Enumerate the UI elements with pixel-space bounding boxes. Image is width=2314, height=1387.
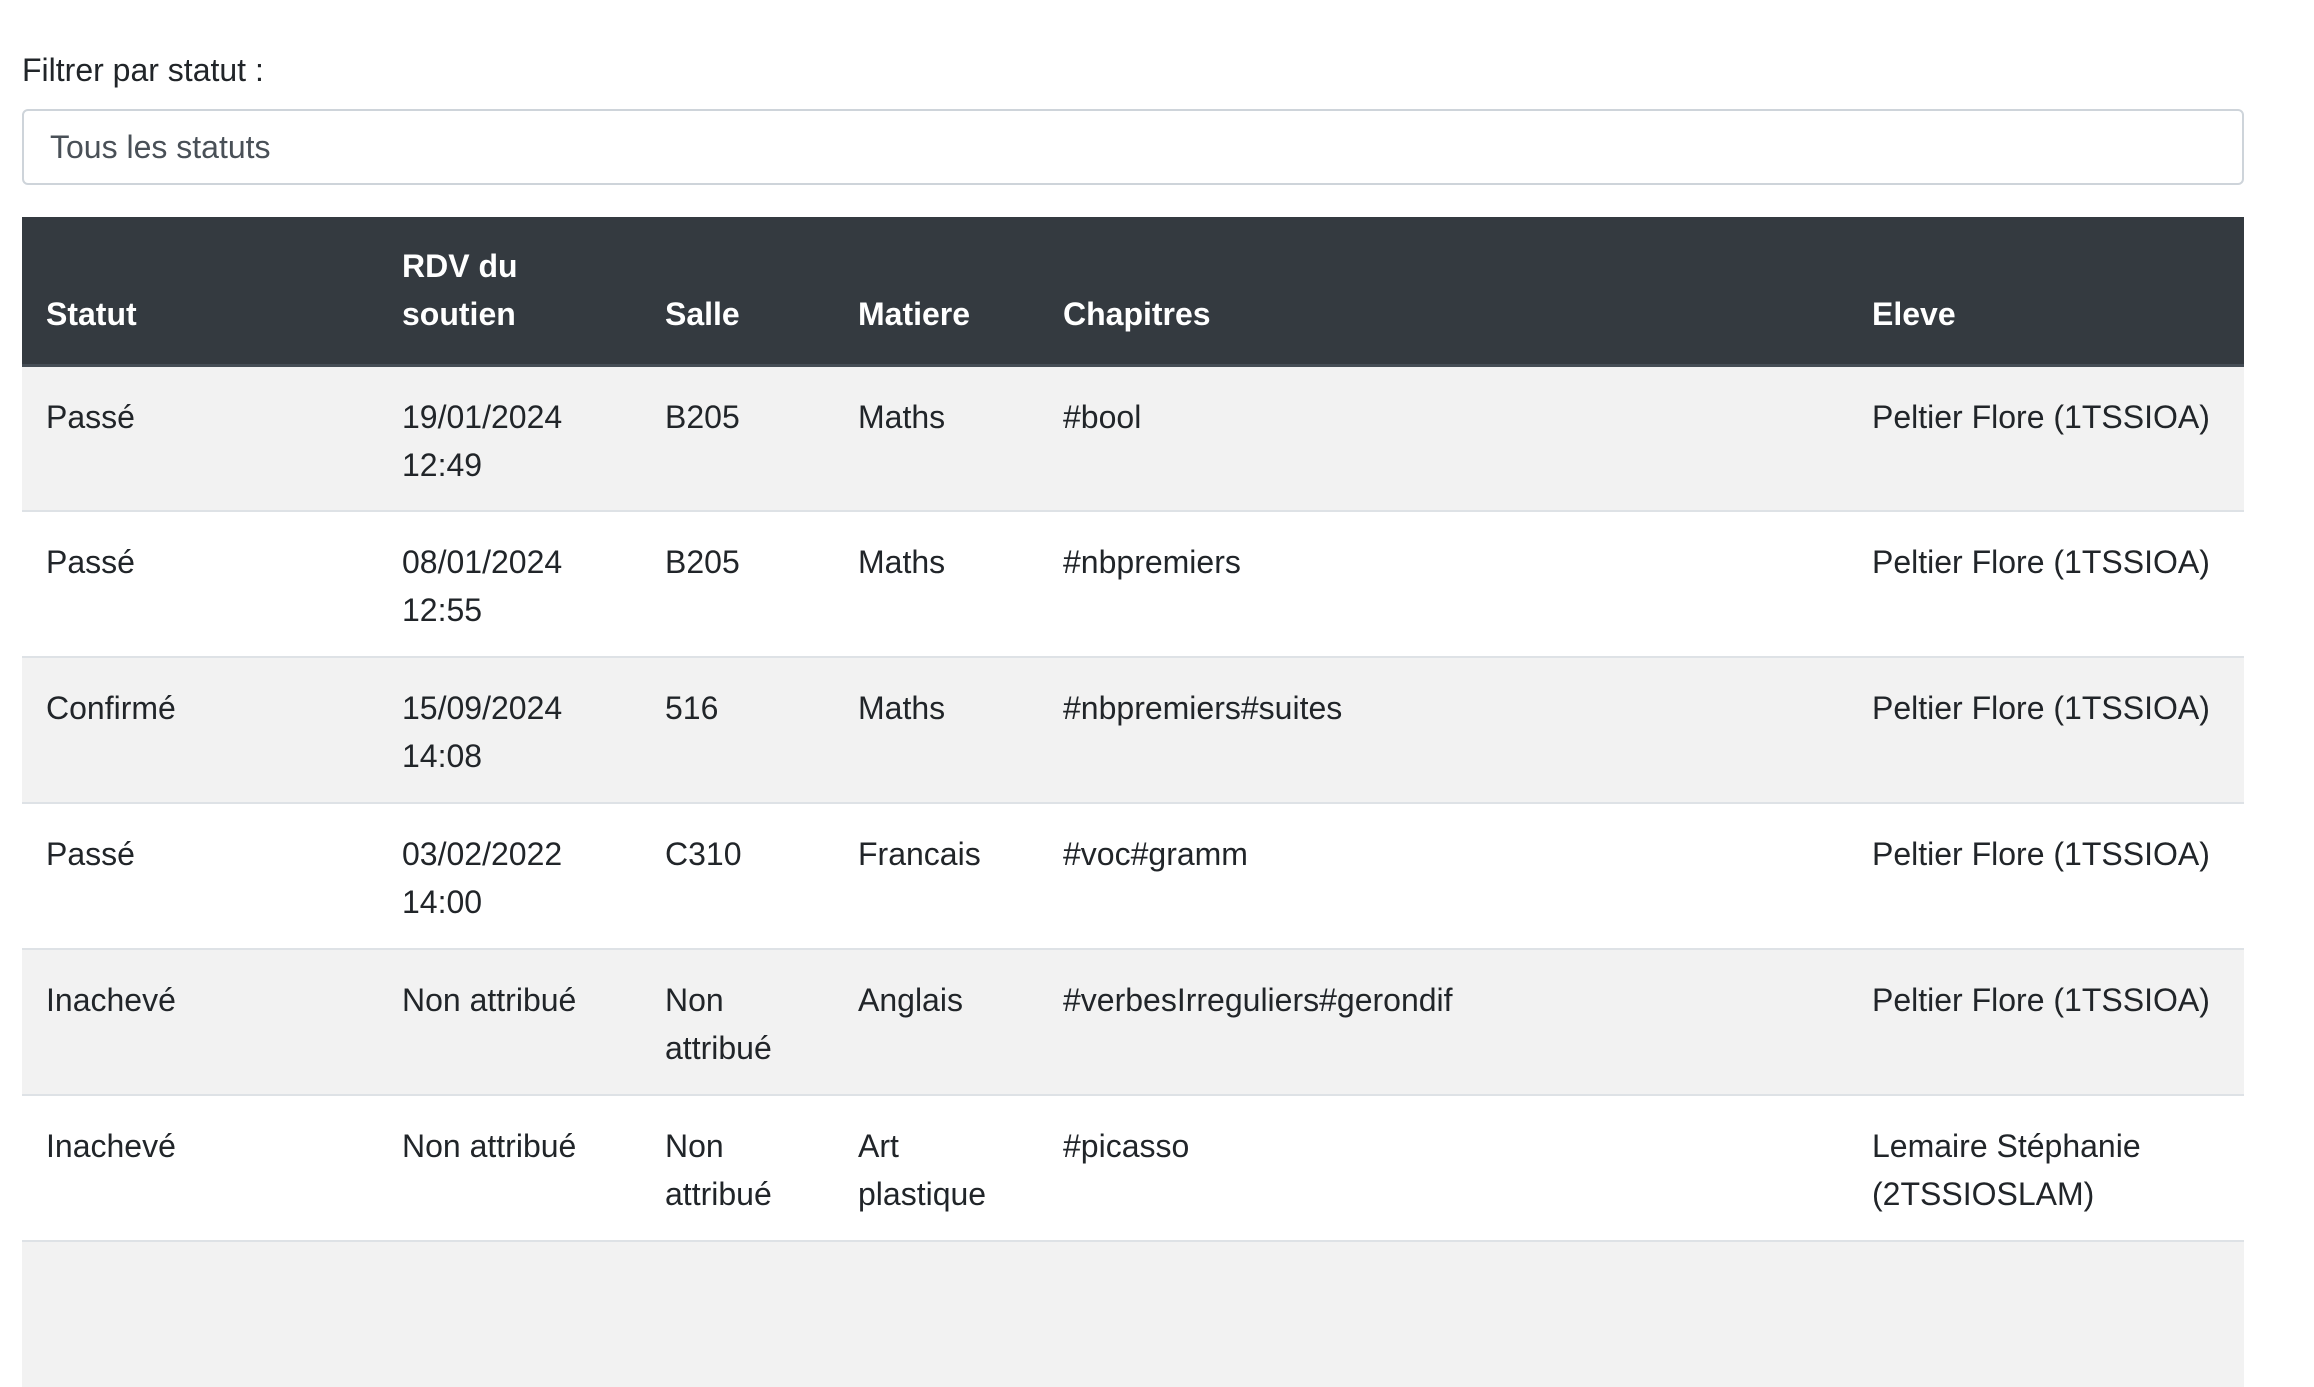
- cell-matiere: Maths: [834, 656, 1039, 803]
- header-salle: Salle: [641, 217, 834, 367]
- header-chapitres: Chapitres: [1039, 217, 1848, 367]
- table-row: Passé 19/01/2024 12:49 B205 Maths #bool …: [22, 364, 2244, 511]
- table-row: Passé 03/02/2022 14:00 C310 Francais #vo…: [22, 802, 2244, 949]
- cell-statut: Passé: [22, 510, 378, 657]
- cell-matiere: Maths: [834, 510, 1039, 657]
- cell-statut: Passé: [22, 802, 378, 949]
- cell-chapitres: #bool: [1039, 364, 1848, 511]
- cell-rdv: Non attribué: [378, 1094, 641, 1241]
- cell-salle: 516: [641, 656, 834, 803]
- cell-statut: Inachevé: [22, 1094, 378, 1241]
- cell-salle: B205: [641, 364, 834, 511]
- cell-rdv: 15/09/2024 14:08: [378, 656, 641, 803]
- cell-rdv: 08/01/2024 12:55: [378, 510, 641, 657]
- cell-chapitres: #verbesIrreguliers#gerondif: [1039, 948, 1848, 1095]
- filter-label: Filtrer par statut :: [22, 52, 264, 88]
- table-row: Confirmé 15/09/2024 14:08 516 Maths #nbp…: [22, 656, 2244, 803]
- cell-matiere: Francais: [834, 802, 1039, 949]
- cell-eleve: [1848, 1240, 2244, 1387]
- cell-rdv: [378, 1240, 641, 1387]
- cell-eleve: Peltier Flore (1TSSIOA): [1848, 364, 2244, 511]
- header-statut: Statut: [22, 217, 378, 367]
- header-matiere: Matiere: [834, 217, 1039, 367]
- cell-eleve: Peltier Flore (1TSSIOA): [1848, 948, 2244, 1095]
- cell-salle: C310: [641, 802, 834, 949]
- cell-salle: B205: [641, 510, 834, 657]
- cell-eleve: Peltier Flore (1TSSIOA): [1848, 656, 2244, 803]
- cell-rdv: Non attribué: [378, 948, 641, 1095]
- cell-matiere: [834, 1240, 1039, 1387]
- cell-statut: Confirmé: [22, 656, 378, 803]
- table-row: Inachevé Non attribué Non attribué Angla…: [22, 948, 2244, 1095]
- table-row: [22, 1240, 2244, 1387]
- table-row: Passé 08/01/2024 12:55 B205 Maths #nbpre…: [22, 510, 2244, 657]
- cell-chapitres: #voc#gramm: [1039, 802, 1848, 949]
- table-row: Inachevé Non attribué Non attribué Art p…: [22, 1094, 2244, 1241]
- cell-eleve: Peltier Flore (1TSSIOA): [1848, 802, 2244, 949]
- cell-statut: Inachevé: [22, 948, 378, 1095]
- cell-salle: Non attribué: [641, 1094, 834, 1241]
- cell-rdv: 19/01/2024 12:49: [378, 364, 641, 511]
- status-filter-select[interactable]: Tous les statuts: [22, 109, 2244, 185]
- header-eleve: Eleve: [1848, 217, 2244, 367]
- header-rdv: RDV du soutien: [378, 217, 641, 367]
- header-row: Statut RDV du soutien Salle Matiere Chap…: [22, 217, 2244, 367]
- cell-matiere: Maths: [834, 364, 1039, 511]
- cell-statut: Passé: [22, 364, 378, 511]
- cell-eleve: Peltier Flore (1TSSIOA): [1848, 510, 2244, 657]
- cell-salle: Non attribué: [641, 948, 834, 1095]
- cell-chapitres: #nbpremiers: [1039, 510, 1848, 657]
- table-body: Passé 19/01/2024 12:49 B205 Maths #bool …: [22, 364, 2244, 1387]
- cell-chapitres: #picasso: [1039, 1094, 1848, 1241]
- cell-statut: [22, 1240, 378, 1387]
- cell-chapitres: [1039, 1240, 1848, 1387]
- appointments-table: Statut RDV du soutien Salle Matiere Chap…: [22, 217, 2244, 1387]
- cell-eleve: Lemaire Stéphanie (2TSSIOSLAM): [1848, 1094, 2244, 1241]
- cell-rdv: 03/02/2022 14:00: [378, 802, 641, 949]
- cell-matiere: Anglais: [834, 948, 1039, 1095]
- cell-salle: [641, 1240, 834, 1387]
- cell-chapitres: #nbpremiers#suites: [1039, 656, 1848, 803]
- cell-matiere: Art plastique: [834, 1094, 1039, 1241]
- table-header: Statut RDV du soutien Salle Matiere Chap…: [22, 217, 2244, 367]
